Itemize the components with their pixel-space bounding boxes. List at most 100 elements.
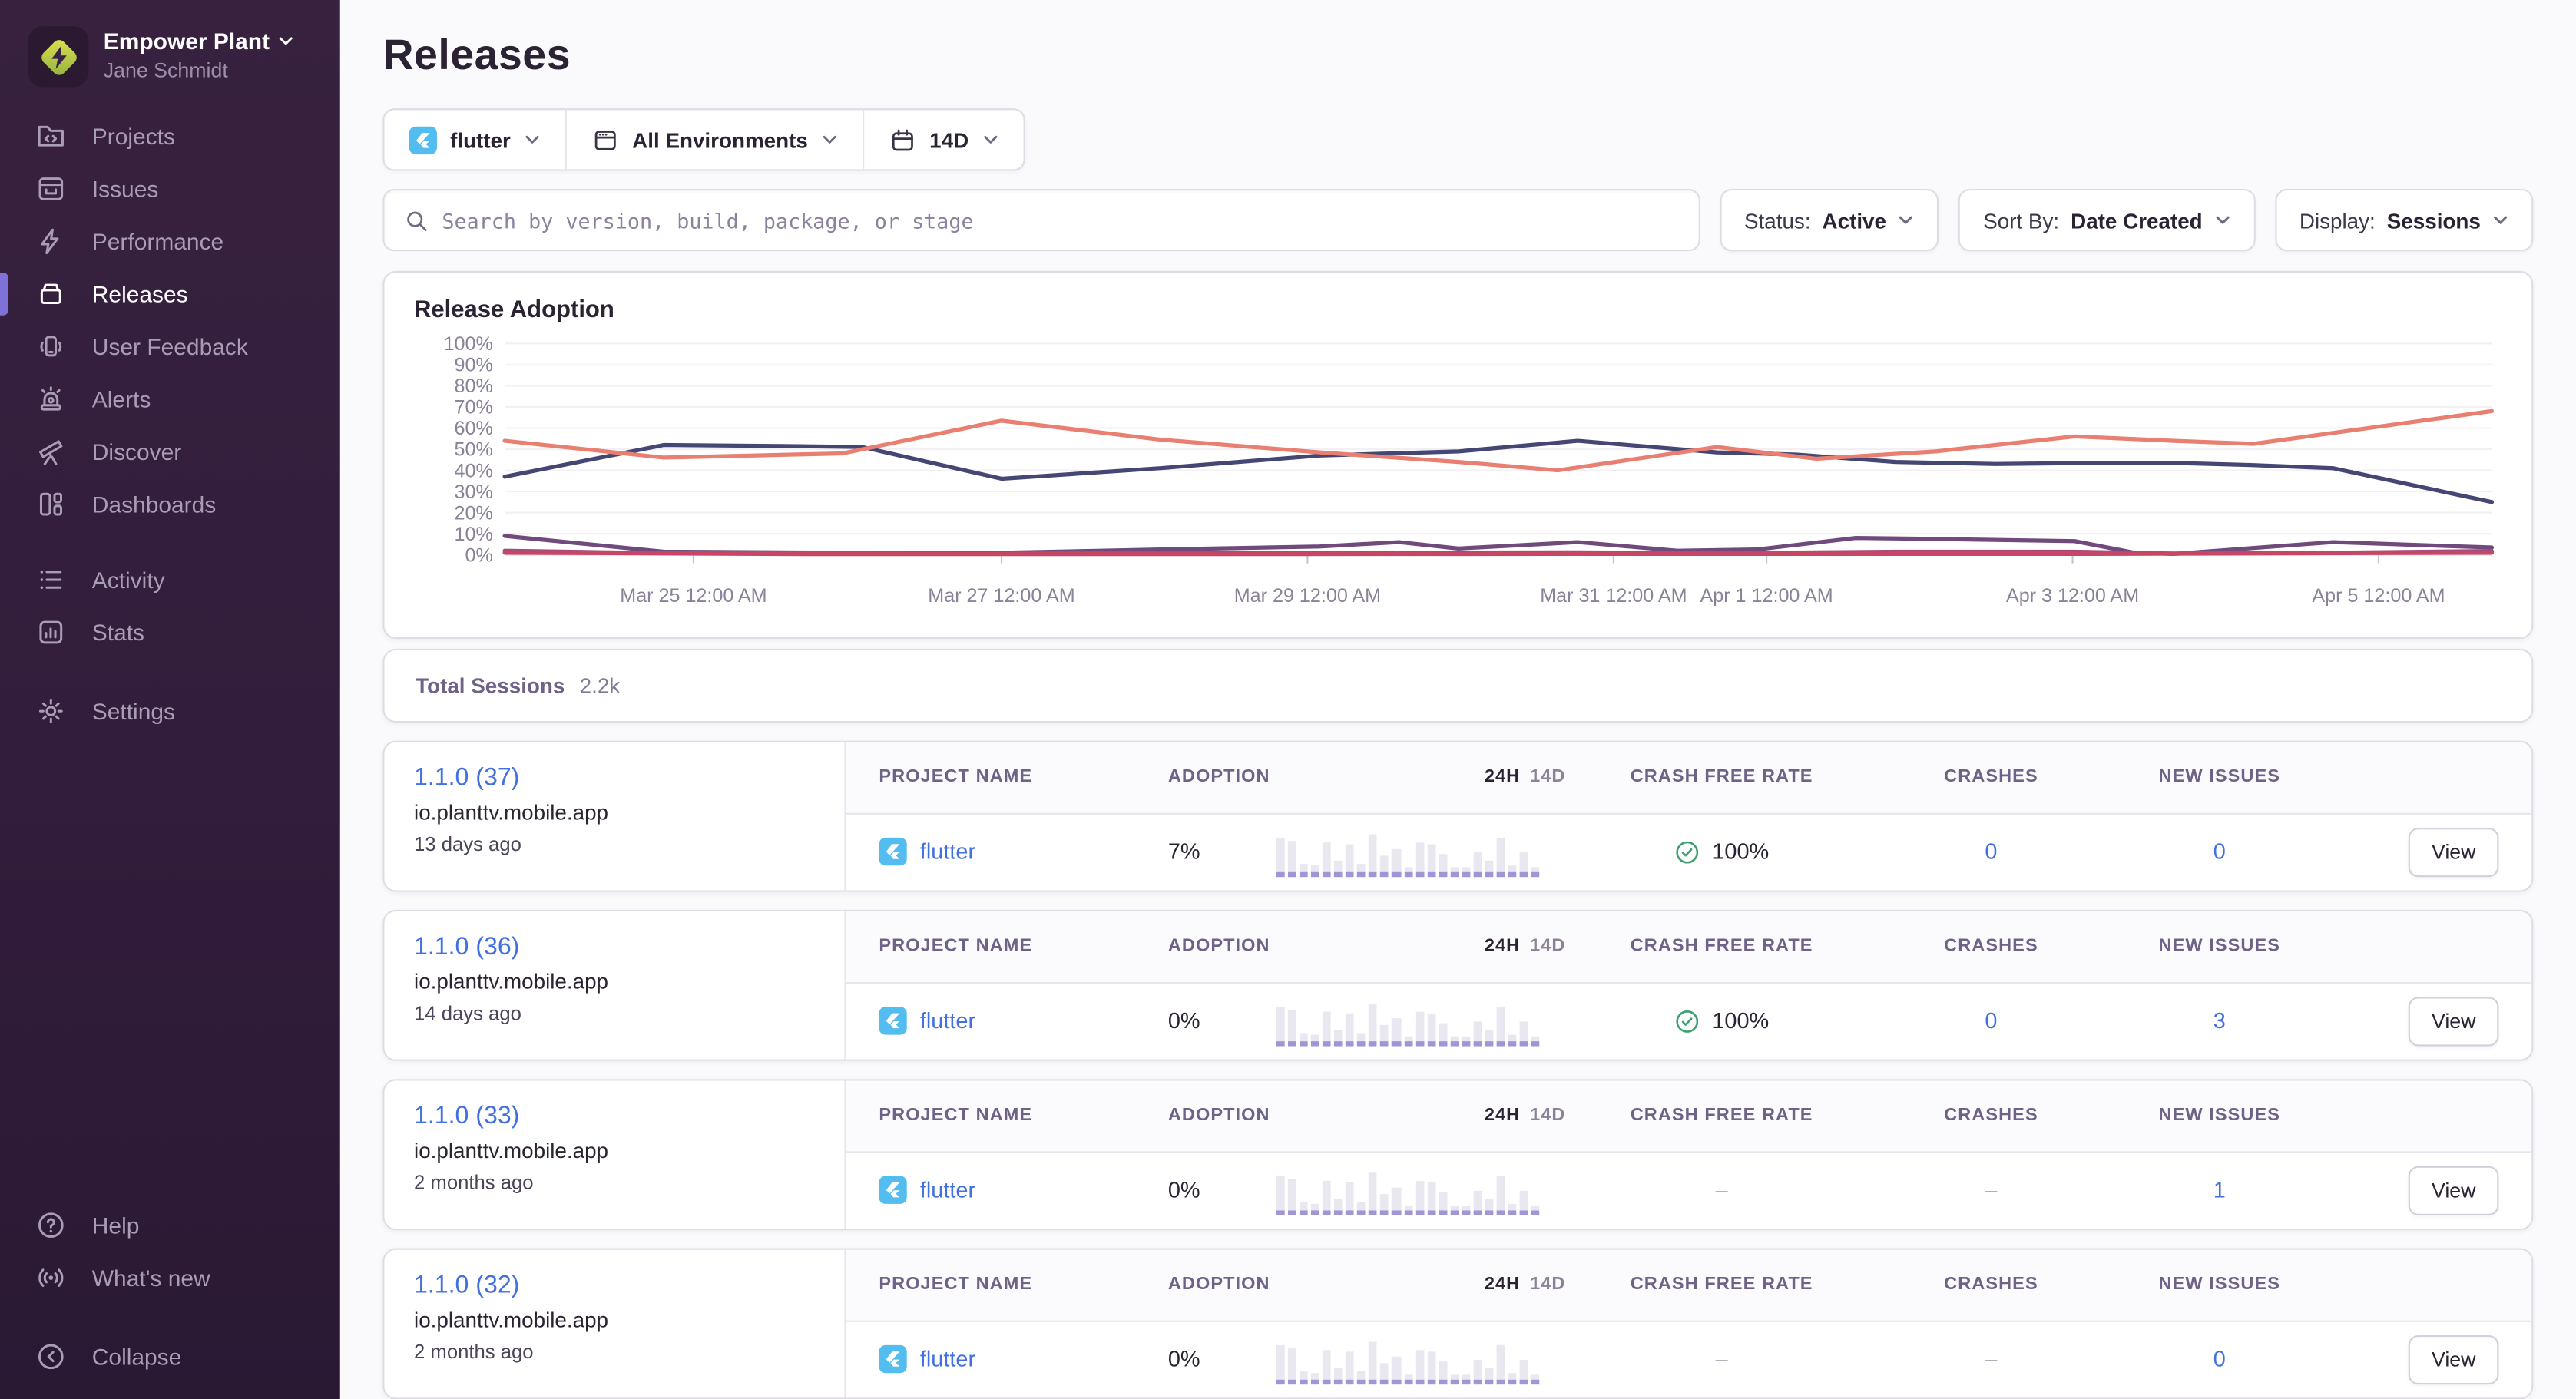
sessions-sparkline (1276, 827, 1539, 876)
column-project-name: PROJECT NAME (879, 767, 1167, 787)
stats-icon (35, 616, 68, 649)
display-dropdown[interactable]: Display:Sessions (2275, 189, 2534, 251)
sidebar-item-activity[interactable]: Activity (0, 554, 340, 606)
chevron-down-icon (2492, 212, 2508, 228)
crash-free-rate-value: 100% (1712, 1009, 1769, 1034)
release-age: 13 days ago (414, 832, 815, 855)
page-filter-bar: flutter All Environments 14D (382, 108, 1025, 170)
view-release-button[interactable]: View (2409, 1166, 2498, 1215)
view-release-button[interactable]: View (2409, 827, 2498, 876)
timespan-24h-toggle[interactable]: 24H (1485, 937, 1520, 957)
adoption-value: 7% (1168, 839, 1276, 864)
chevron-down-icon (1898, 212, 1914, 228)
sidebar-item-releases[interactable]: Releases (0, 268, 340, 320)
sidebar-item-dashboards[interactable]: Dashboards (0, 478, 340, 530)
column-new-issues: NEW ISSUES (2104, 1106, 2334, 1126)
whats-new-icon (35, 1262, 68, 1295)
timespan-24h-toggle[interactable]: 24H (1485, 1275, 1520, 1295)
svg-text:40%: 40% (455, 460, 493, 481)
sidebar-item-user-feedback[interactable]: User Feedback (0, 320, 340, 372)
svg-text:80%: 80% (455, 375, 493, 397)
sidebar-settings-nav: Settings (0, 685, 340, 737)
release-package: io.planttv.mobile.app (414, 799, 815, 824)
timespan-14d-toggle[interactable]: 14D (1530, 1275, 1565, 1295)
collapse-icon (35, 1340, 68, 1373)
help-icon (35, 1209, 68, 1242)
release-card: 1.1.0 (36) io.planttv.mobile.app 14 days… (382, 909, 2533, 1060)
new-issues-count-link[interactable]: 0 (2104, 839, 2334, 864)
releases-icon (35, 277, 68, 310)
release-package: io.planttv.mobile.app (414, 968, 815, 993)
project-link[interactable]: flutter (879, 838, 1167, 865)
release-version-link[interactable]: 1.1.0 (36) (414, 932, 815, 960)
column-crashes: CRASHES (1878, 767, 2104, 787)
release-version-link[interactable]: 1.1.0 (33) (414, 1102, 815, 1129)
sidebar-item-what-s-new[interactable]: What's new (0, 1252, 340, 1304)
new-issues-count-link[interactable]: 0 (2104, 1347, 2334, 1371)
sidebar-item-projects[interactable]: Projects (0, 110, 340, 162)
status-dropdown[interactable]: Status:Active (1720, 189, 1939, 251)
column-timespan: 24H 14D (1276, 1106, 1565, 1126)
release-version-link[interactable]: 1.1.0 (32) (414, 1271, 815, 1298)
chart-title: Release Adoption (414, 297, 2502, 323)
org-switcher[interactable]: Empower Plant Jane Schmidt (0, 23, 340, 110)
sidebar-item-discover[interactable]: Discover (0, 425, 340, 478)
sidebar-item-issues[interactable]: Issues (0, 163, 340, 215)
flutter-icon (409, 126, 437, 154)
release-project-row: flutter 0% 100% 0 3 View (846, 984, 2532, 1059)
sidebar-item-performance[interactable]: Performance (0, 215, 340, 267)
sort-by-dropdown[interactable]: Sort By:Date Created (1958, 189, 2255, 251)
view-release-button[interactable]: View (2409, 1335, 2498, 1384)
crash-free-rate-value: 100% (1712, 839, 1769, 864)
sidebar-item-stats[interactable]: Stats (0, 606, 340, 658)
release-age: 2 months ago (414, 1340, 815, 1363)
calendar-icon (889, 126, 916, 154)
empower-plant-logo-icon (34, 32, 83, 81)
column-project-name: PROJECT NAME (879, 1275, 1167, 1295)
crash-free-rate-cell: 100% (1565, 838, 1877, 865)
activity-icon (35, 564, 68, 597)
projects-icon (35, 120, 68, 153)
sidebar-item-collapse[interactable]: Collapse (0, 1331, 340, 1383)
timespan-24h-toggle[interactable]: 24H (1485, 1106, 1520, 1126)
sidebar-item-alerts[interactable]: Alerts (0, 373, 340, 425)
total-sessions-label: Total Sessions (416, 673, 565, 697)
crashes-count-link[interactable]: 0 (1878, 1009, 2104, 1034)
timespan-14d-toggle[interactable]: 14D (1530, 1106, 1565, 1126)
date-range-filter[interactable]: 14D (862, 110, 1022, 169)
timespan-14d-toggle[interactable]: 14D (1530, 937, 1565, 957)
page-title: Releases (382, 30, 2533, 81)
column-adoption: ADOPTION (1168, 1275, 1276, 1295)
discover-icon (35, 435, 68, 468)
total-sessions-panel: Total Sessions 2.2k (382, 648, 2533, 722)
release-project-row: flutter 0% – – 1 View (846, 1153, 2532, 1228)
sidebar-item-help[interactable]: Help (0, 1199, 340, 1251)
column-timespan: 24H 14D (1276, 767, 1565, 787)
project-filter[interactable]: flutter (385, 110, 565, 169)
column-crash-free-rate: CRASH FREE RATE (1565, 937, 1877, 957)
release-summary: 1.1.0 (32) io.planttv.mobile.app 2 month… (385, 1249, 846, 1397)
project-link[interactable]: flutter (879, 1007, 1167, 1035)
view-release-button[interactable]: View (2409, 997, 2498, 1046)
sidebar-secondary-nav: ActivityStats (0, 554, 340, 659)
timespan-24h-toggle[interactable]: 24H (1485, 767, 1520, 787)
sidebar-item-settings[interactable]: Settings (0, 685, 340, 737)
column-project-name: PROJECT NAME (879, 937, 1167, 957)
svg-text:90%: 90% (455, 355, 493, 376)
environment-filter[interactable]: All Environments (565, 110, 862, 169)
search-input[interactable] (442, 208, 1678, 233)
release-version-link[interactable]: 1.1.0 (37) (414, 763, 815, 791)
new-issues-count-link[interactable]: 3 (2104, 1009, 2334, 1034)
timespan-14d-toggle[interactable]: 14D (1530, 767, 1565, 787)
crash-free-rate-cell: 100% (1565, 1008, 1877, 1034)
project-link[interactable]: flutter (879, 1345, 1167, 1373)
chevron-down-icon (982, 131, 998, 147)
project-name: flutter (920, 1178, 975, 1202)
project-link[interactable]: flutter (879, 1176, 1167, 1204)
dashboards-icon (35, 488, 68, 521)
new-issues-count-link[interactable]: 1 (2104, 1178, 2334, 1202)
svg-text:Mar 25 12:00 AM: Mar 25 12:00 AM (620, 585, 767, 607)
column-crashes: CRASHES (1878, 1106, 2104, 1126)
crashes-count-link[interactable]: 0 (1878, 839, 2104, 864)
adoption-value: 0% (1168, 1347, 1276, 1371)
